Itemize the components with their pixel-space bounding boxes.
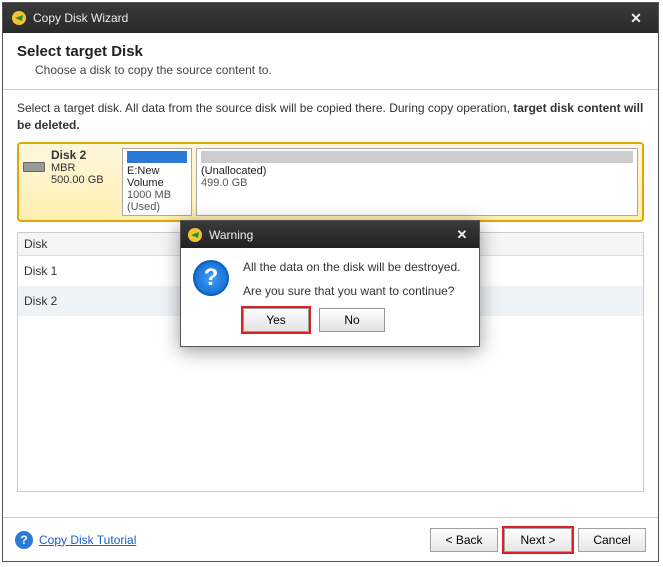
instruction-text-a: Select a target disk. All data from the … <box>17 101 513 115</box>
row-disk-name: Disk 1 <box>18 256 168 286</box>
disk-size: 500.00 GB <box>51 174 118 186</box>
warning-icon <box>187 227 203 243</box>
next-button[interactable]: Next > <box>504 528 572 552</box>
footer: ? Copy Disk Tutorial < Back Next > Cance… <box>3 517 658 561</box>
dialog-text: All the data on the disk will be destroy… <box>243 260 460 332</box>
partition-2-label: (Unallocated) <box>201 165 633 177</box>
cancel-button[interactable]: Cancel <box>578 528 646 552</box>
help-icon[interactable]: ? <box>15 531 33 549</box>
dialog-body: ? All the data on the disk will be destr… <box>181 248 479 346</box>
titlebar: Copy Disk Wizard ✕ <box>3 3 658 33</box>
partition-2-size: 499.0 GB <box>201 177 633 189</box>
partition-2-bar <box>201 151 633 163</box>
help-link[interactable]: Copy Disk Tutorial <box>39 533 136 547</box>
window-close-button[interactable]: ✕ <box>622 7 650 29</box>
window-title: Copy Disk Wizard <box>33 11 622 25</box>
instruction-text: Select a target disk. All data from the … <box>17 100 644 134</box>
disk-icon <box>23 162 45 172</box>
col-disk[interactable]: Disk <box>18 233 168 255</box>
partition-1-size: 1000 MB (Used) <box>127 189 187 213</box>
row-disk-name: Disk 2 <box>18 286 168 316</box>
disk-name: Disk 2 <box>51 148 118 162</box>
warning-dialog: Warning ✕ ? All the data on the disk wil… <box>180 220 480 347</box>
dialog-close-button[interactable]: ✕ <box>451 226 473 244</box>
dialog-line2: Are you sure that you want to continue? <box>243 284 460 298</box>
yes-button[interactable]: Yes <box>243 308 309 332</box>
partition-1-label: E:New Volume <box>127 165 187 189</box>
dialog-titlebar: Warning ✕ <box>181 221 479 248</box>
page-subtitle: Choose a disk to copy the source content… <box>17 63 644 77</box>
back-button[interactable]: < Back <box>430 528 498 552</box>
disk-info: Disk 2 MBR 500.00 GB <box>23 148 118 216</box>
dialog-line1: All the data on the disk will be destroy… <box>243 260 460 274</box>
partition-2[interactable]: (Unallocated) 499.0 GB <box>196 148 638 216</box>
app-icon <box>11 10 27 26</box>
disk-mode: MBR <box>51 162 118 174</box>
no-button[interactable]: No <box>319 308 385 332</box>
page-title: Select target Disk <box>17 43 644 60</box>
header-panel: Select target Disk Choose a disk to copy… <box>3 33 658 90</box>
question-icon: ? <box>193 260 229 296</box>
partition-1[interactable]: E:New Volume 1000 MB (Used) <box>122 148 192 216</box>
partition-1-bar <box>127 151 187 163</box>
dialog-title: Warning <box>209 228 451 242</box>
selected-disk-panel[interactable]: Disk 2 MBR 500.00 GB E:New Volume 1000 M… <box>17 142 644 222</box>
